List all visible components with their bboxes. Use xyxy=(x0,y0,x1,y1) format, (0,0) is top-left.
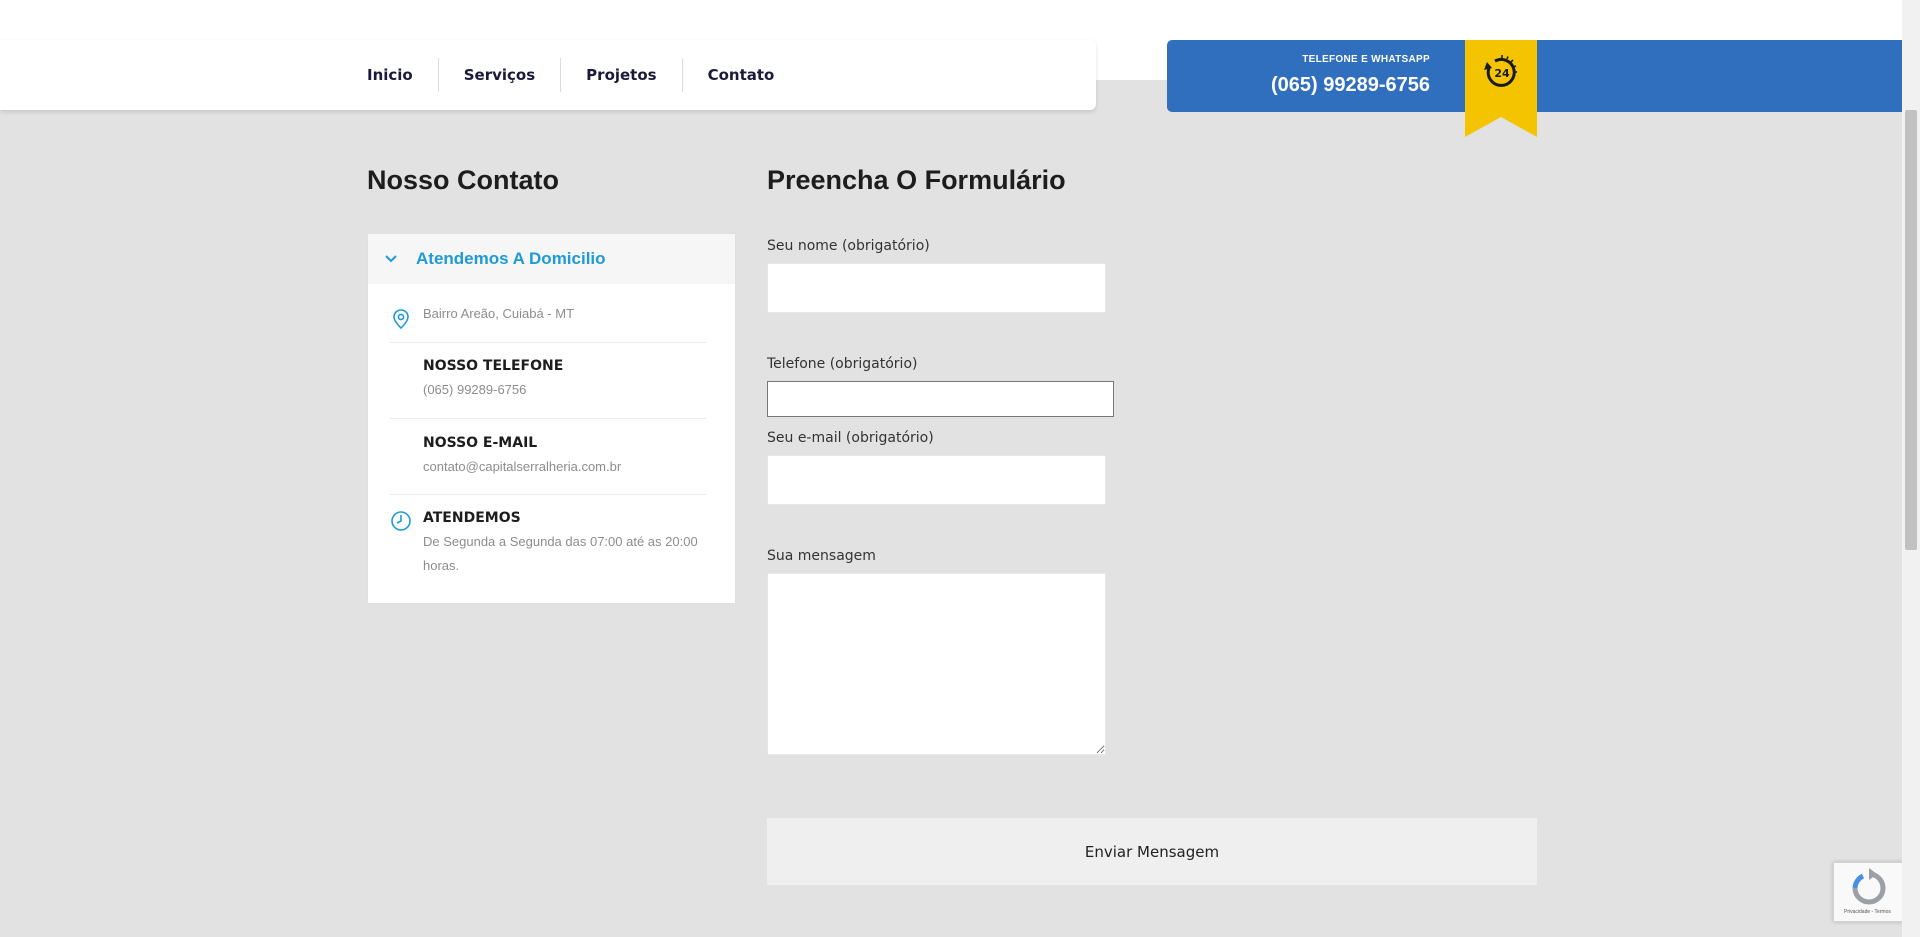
address-text: Bairro Areão, Cuiabá - MT xyxy=(423,306,575,321)
badge-24-text: 24 xyxy=(1494,67,1510,80)
form-heading: Preencha O Formulário xyxy=(767,165,1066,195)
contact-heading: Nosso Contato xyxy=(367,165,559,195)
nav-item-contato[interactable]: Contato xyxy=(681,58,800,92)
chevron-down-icon xyxy=(385,255,397,263)
recaptcha-text[interactable]: Privacidade - Termos xyxy=(1844,909,1891,915)
recaptcha-icon xyxy=(1852,868,1886,905)
accordion-title: Atendemos A Domicilio xyxy=(416,249,606,268)
hours-text: De Segunda a Segunda das 07:00 até as 20… xyxy=(423,534,698,573)
email-label: Seu e-mail (obrigatório) xyxy=(767,430,934,446)
hours-title: ATENDEMOS xyxy=(423,510,521,526)
email-input[interactable] xyxy=(767,455,1106,505)
submit-button[interactable]: Enviar Mensagem xyxy=(767,818,1537,885)
name-input[interactable] xyxy=(767,263,1106,313)
24-hours-badge: 24 xyxy=(1465,40,1537,137)
recaptcha-badge[interactable]: Privacidade - Termos xyxy=(1833,862,1903,922)
contact-card: Atendemos A Domicilio Bairro Areão, Cuia… xyxy=(367,233,736,604)
address-row: Bairro Areão, Cuiabá - MT xyxy=(390,306,706,343)
scrollbar-track[interactable] xyxy=(1902,0,1920,937)
nav-item-projetos[interactable]: Projetos xyxy=(560,58,681,92)
phone-text[interactable]: (065) 99289-6756 xyxy=(423,378,708,402)
name-label: Seu nome (obrigatório) xyxy=(767,238,930,254)
phone-box-number[interactable]: (065) 99289-6756 xyxy=(1167,74,1430,97)
phone-input[interactable] xyxy=(767,381,1114,417)
map-pin-icon xyxy=(393,309,409,330)
email-text[interactable]: contato@capitalserralheria.com.br xyxy=(423,455,708,479)
phone-row: NOSSO TELEFONE (065) 99289-6756 xyxy=(390,344,706,419)
phone-box-label: TELEFONE E WHATSAPP xyxy=(1302,54,1430,65)
clock-icon xyxy=(391,511,411,531)
nav-item-inicio[interactable]: Inicio xyxy=(367,58,438,92)
message-label: Sua mensagem xyxy=(767,548,876,564)
email-title: NOSSO E-MAIL xyxy=(423,435,538,451)
accordion-header[interactable]: Atendemos A Domicilio xyxy=(368,234,735,284)
nav-menu: Inicio Serviços Projetos Contato xyxy=(367,58,799,92)
hours-row: ATENDEMOS De Segunda a Segunda das 07:00… xyxy=(390,496,706,586)
phone-label: Telefone (obrigatório) xyxy=(767,356,918,372)
scrollbar-thumb[interactable] xyxy=(1905,110,1917,550)
message-textarea[interactable] xyxy=(767,573,1106,755)
email-row: NOSSO E-MAIL contato@capitalserralheria.… xyxy=(390,419,706,495)
nav-item-servicos[interactable]: Serviços xyxy=(437,58,560,92)
phone-title: NOSSO TELEFONE xyxy=(423,358,564,374)
main-navigation: Inicio Serviços Projetos Contato xyxy=(0,40,1096,110)
